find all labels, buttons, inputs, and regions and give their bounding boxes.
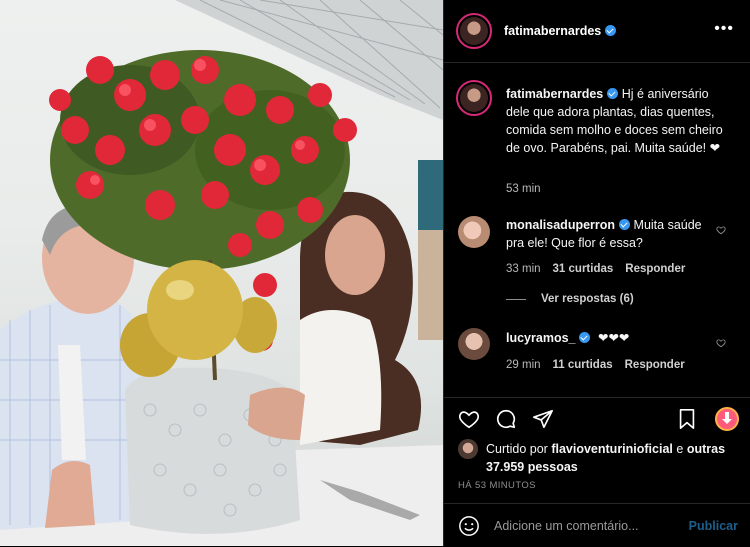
comment-avatar[interactable] bbox=[458, 328, 490, 360]
liked-by-conj: e bbox=[676, 442, 684, 456]
liked-by-prefix: Curtido por bbox=[486, 442, 548, 456]
post-image bbox=[0, 0, 443, 546]
woman-blouse bbox=[300, 310, 382, 445]
like-heart-icon[interactable] bbox=[458, 408, 480, 430]
author-username-text[interactable]: fatimabernardes bbox=[504, 24, 601, 38]
comment-like-heart-icon[interactable] bbox=[716, 338, 726, 348]
replies-line bbox=[506, 299, 526, 300]
download-extension-icon[interactable] bbox=[715, 407, 739, 431]
liked-by-username[interactable]: flavioventurinioficial bbox=[551, 442, 673, 456]
share-direct-icon[interactable] bbox=[532, 408, 554, 430]
comment-2: lucyramos_ ❤❤❤ bbox=[506, 329, 716, 347]
post-sidebar: fatimabernardes ••• fatimabernardes Hj é… bbox=[443, 0, 750, 546]
wall-painting bbox=[418, 160, 443, 230]
woman-face bbox=[325, 215, 385, 295]
gold-balloons bbox=[120, 260, 277, 377]
author-avatar[interactable] bbox=[456, 13, 492, 49]
comment-2-meta: 29 min 11 curtidas Responder bbox=[506, 359, 685, 371]
caption: fatimabernardes Hj é aniversário dele qu… bbox=[506, 85, 731, 157]
post-photo[interactable] bbox=[0, 0, 443, 546]
comment-2-reply-button[interactable]: Responder bbox=[625, 359, 685, 371]
post-timestamp[interactable]: HÁ 53 MINUTOS bbox=[458, 480, 536, 491]
caption-time: 53 min bbox=[506, 183, 541, 195]
comment-icon[interactable] bbox=[495, 408, 517, 430]
publish-button[interactable]: Publicar bbox=[689, 519, 738, 533]
comment-2-time: 29 min bbox=[506, 359, 541, 371]
man-hand bbox=[45, 461, 95, 528]
comment-2-username[interactable]: lucyramos_ bbox=[506, 331, 575, 345]
save-bookmark-icon[interactable] bbox=[676, 408, 698, 430]
caption-avatar[interactable] bbox=[456, 80, 492, 116]
verified-badge-icon bbox=[579, 332, 591, 344]
comment-1-meta: 33 min 31 curtidas Responder bbox=[506, 263, 685, 275]
verified-badge-icon bbox=[607, 88, 619, 100]
action-bar bbox=[444, 398, 750, 443]
comment-1: monalisaduperron Muita saúde pra ele! Qu… bbox=[506, 216, 716, 252]
comment-2-text: ❤❤❤ bbox=[597, 331, 630, 345]
emoji-icon[interactable] bbox=[458, 515, 480, 537]
comment-1-time: 33 min bbox=[506, 263, 541, 275]
post-header: fatimabernardes ••• bbox=[444, 0, 750, 63]
author-username[interactable]: fatimabernardes bbox=[504, 24, 617, 38]
comment-composer: Adicione um comentário... Publicar bbox=[444, 503, 750, 547]
wall-frame bbox=[418, 230, 443, 340]
comment-input[interactable]: Adicione um comentário... bbox=[494, 519, 639, 533]
comment-1-likes[interactable]: 31 curtidas bbox=[553, 263, 614, 275]
verified-badge-icon bbox=[619, 219, 631, 231]
comment-2-likes[interactable]: 11 curtidas bbox=[553, 359, 613, 371]
verified-badge-icon bbox=[605, 25, 617, 37]
view-replies-button[interactable]: Ver respostas (6) bbox=[541, 293, 634, 305]
liked-by: Curtido por flavioventurinioficial e out… bbox=[486, 440, 736, 476]
comment-1-reply-button[interactable]: Responder bbox=[625, 263, 685, 275]
caption-username[interactable]: fatimabernardes bbox=[506, 87, 603, 101]
liked-by-avatar[interactable] bbox=[458, 439, 478, 459]
more-options-icon[interactable]: ••• bbox=[714, 20, 734, 38]
comment-avatar[interactable] bbox=[458, 216, 490, 248]
comment-1-username[interactable]: monalisaduperron bbox=[506, 218, 615, 232]
comment-like-heart-icon[interactable] bbox=[716, 225, 726, 235]
